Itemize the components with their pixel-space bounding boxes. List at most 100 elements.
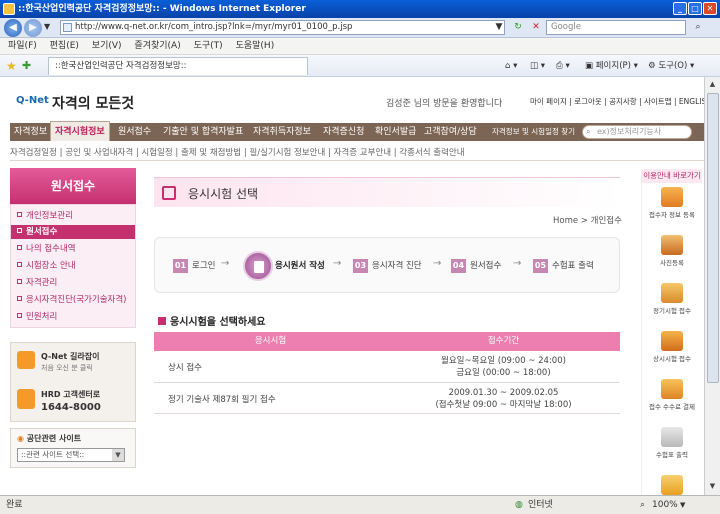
search-input[interactable]: Google xyxy=(546,20,686,35)
bullet-icon xyxy=(17,313,22,318)
util-logout[interactable]: 로그아웃 xyxy=(574,97,602,106)
left-item-my-history[interactable]: 나의 접수내역 xyxy=(17,242,76,256)
left-item-label: 민원처리 xyxy=(26,312,58,322)
guide-label: 수험표 출력 xyxy=(656,451,688,459)
menu-edit[interactable]: 편집(E) xyxy=(50,41,79,51)
nav-search-icon: ⌕ xyxy=(586,127,591,136)
favorites-star-icon[interactable]: ★ xyxy=(6,59,17,73)
feeds-icon[interactable]: ◫ ▾ xyxy=(530,59,545,73)
forward-icon[interactable]: ▶ xyxy=(24,19,42,37)
left-item-qualification-mgmt[interactable]: 자격관리 xyxy=(17,276,57,290)
table-row[interactable]: 정기 기술사 제87회 필기 접수 2009.01.30 ~ 2009.02.0… xyxy=(154,384,620,414)
back-icon[interactable]: ◀ xyxy=(4,19,22,37)
menu-favorites[interactable]: 즐겨찾기(A) xyxy=(134,41,180,51)
pencil-icon xyxy=(661,475,683,495)
util-english[interactable]: ENGLISH xyxy=(679,97,704,106)
related-sites-select[interactable]: ::관련 사이트 선택:: ▼ xyxy=(17,448,125,462)
page-menu-label: 페이지(P) xyxy=(595,61,631,71)
ie-app-icon xyxy=(3,3,15,15)
menu-tools[interactable]: 도구(T) xyxy=(194,41,223,51)
guide-print-ticket[interactable]: 수험표 출력 xyxy=(642,427,702,459)
menu-view[interactable]: 보기(V) xyxy=(92,41,122,51)
guide-label: 상시시험 접수 xyxy=(653,355,691,363)
page-menu[interactable]: ▣ 페이지(P) ▾ xyxy=(585,59,638,73)
guide-regular-exam[interactable]: 정기시험 접수 xyxy=(642,283,702,315)
col-period: 접수기간 xyxy=(487,336,520,346)
bullet-icon xyxy=(17,245,22,250)
address-input[interactable]: http://www.q-net.or.kr/com_intro.jsp?lnk… xyxy=(60,20,505,35)
arrow-right-icon: → xyxy=(333,258,342,269)
favorites-bar: ★ ✚ ::한국산업인력공단 자격검정정보망:: ⌂ ▾ ◫ ▾ ⎙ ▾ ▣ 페… xyxy=(0,55,720,77)
zoom-dropdown-icon[interactable]: ▼ xyxy=(680,496,685,514)
nav-application[interactable]: 원서접수 xyxy=(118,123,151,141)
browser-tab[interactable]: ::한국산업인력공단 자격검정정보망:: xyxy=(48,57,308,75)
left-item-label: 나의 접수내역 xyxy=(26,244,76,254)
related-sites-title: ◉ 공단관련 사이트 xyxy=(17,433,81,444)
quick-guide-title: 이용안내 바로가기 xyxy=(642,169,702,183)
home-icon[interactable]: ⌂ ▾ xyxy=(505,59,517,73)
nav-certificate[interactable]: 자격증신청 xyxy=(323,123,364,141)
address-url: http://www.q-net.or.kr/com_intro.jsp?lnk… xyxy=(75,22,353,32)
step-eligibility: 03 응시자격 진단 xyxy=(353,259,422,273)
nav-holder-info[interactable]: 자격취득자정보 xyxy=(253,123,311,141)
nav-qualification-info[interactable]: 자격정보 xyxy=(14,123,47,141)
left-item-label: 응시자격진단(국가기술자격) xyxy=(26,295,127,305)
page-viewport: Q-Net 자격의 모든것 김성준 님의 방문을 환영합니다 마이 페이지 | … xyxy=(0,77,704,495)
guide-photo[interactable]: 사진등록 xyxy=(642,235,702,267)
nav-past-exams[interactable]: 기출안 및 합격자발표 xyxy=(163,123,243,141)
scroll-up-icon[interactable]: ▲ xyxy=(706,77,719,91)
qnet-logo[interactable]: Q-Net xyxy=(16,95,49,106)
bullet-icon xyxy=(17,228,22,233)
menu-help[interactable]: 도움말(H) xyxy=(236,41,275,51)
zoom-level[interactable]: 100% xyxy=(652,496,678,514)
status-text: 완료 xyxy=(6,500,23,510)
minimize-button[interactable]: _ xyxy=(673,2,687,15)
maximize-button[interactable]: □ xyxy=(688,2,702,15)
main-nav: 자격정보 자격시험정보 원서접수 기출안 및 합격자발표 자격취득자정보 자격증… xyxy=(10,121,704,141)
nav-search-input[interactable]: ⌕ ex)정보처리기능사 xyxy=(582,125,692,139)
vertical-scrollbar[interactable]: ▲ ▼ xyxy=(704,77,720,495)
left-item-civil[interactable]: 민원처리 xyxy=(17,310,57,324)
stop-icon[interactable]: ✕ xyxy=(528,20,544,35)
scroll-thumb[interactable] xyxy=(707,93,719,383)
table-row[interactable]: 상시 접수 월요일~목요일 (09:00 ~ 24:00) 금요일 (00:00… xyxy=(154,352,620,383)
guide-payment[interactable]: 접수 수수료 결제 xyxy=(642,379,702,411)
guide-register-info[interactable]: 접수자 정보 등록 xyxy=(642,187,702,219)
exam-name[interactable]: 상시 접수 xyxy=(168,361,202,373)
guide-more[interactable] xyxy=(642,475,702,495)
search-icon[interactable]: ⌕ xyxy=(690,20,706,35)
arrow-right-icon: → xyxy=(221,258,230,269)
qnet-guide-banner[interactable]: Q-Net 길라잡이 처음 오신 분 클릭 xyxy=(17,349,131,379)
exam-name[interactable]: 정기 기술사 제87회 필기 접수 xyxy=(168,393,276,405)
tools-menu[interactable]: ⚙ 도구(O) ▾ xyxy=(648,59,694,73)
menu-file[interactable]: 파일(F) xyxy=(8,41,37,51)
left-item-label: 개인정보관리 xyxy=(26,211,73,221)
left-item-eligibility[interactable]: 응시자격진단(국가기술자격) xyxy=(17,293,126,307)
nav-exam-info[interactable]: 자격시험정보 xyxy=(50,121,110,141)
bullet-icon xyxy=(17,296,22,301)
sub-nav[interactable]: 자격검정일정 | 공인 및 사업내자격 | 시험일정 | 출제 및 채점방법 |… xyxy=(10,145,704,161)
zoom-icon: ⌕ xyxy=(640,500,646,510)
page-title: 응시시험 선택 xyxy=(188,187,259,201)
guide-permanent-exam[interactable]: 상시시험 접수 xyxy=(642,331,702,363)
nav-customer[interactable]: 고객참여/상담 xyxy=(424,123,477,141)
util-sitemap[interactable]: 사이트맵 xyxy=(644,97,672,106)
step-label: 로그인 xyxy=(192,261,216,271)
address-toolbar: ◀ ▶ ▼ http://www.q-net.or.kr/com_intro.j… xyxy=(0,18,720,38)
scroll-down-icon[interactable]: ▼ xyxy=(706,479,719,493)
refresh-icon[interactable]: ↻ xyxy=(510,20,526,35)
left-item-personal-info[interactable]: 개인정보관리 xyxy=(17,209,73,223)
add-favorites-icon[interactable]: ✚ xyxy=(22,59,31,72)
address-dropdown-icon[interactable]: ▼ xyxy=(491,20,507,35)
recent-pages-dropdown-icon[interactable]: ▼ xyxy=(44,22,50,31)
nav-confirmation[interactable]: 확인서발급 xyxy=(375,123,416,141)
close-button[interactable]: ✕ xyxy=(703,2,717,15)
left-item-application[interactable]: 원서접수 xyxy=(11,225,135,239)
print-icon[interactable]: ⎙ ▾ xyxy=(556,59,570,73)
util-notice[interactable]: 공지사항 xyxy=(609,97,637,106)
hrd-center-banner[interactable]: HRD 고객센터로 1644-8000 xyxy=(17,387,131,417)
util-mypage[interactable]: 마이 페이지 xyxy=(530,97,567,106)
guide-label: 접수 수수료 결제 xyxy=(649,403,695,411)
left-item-exam-location[interactable]: 시험장소 안내 xyxy=(17,259,76,273)
tools-menu-label: 도구(O) xyxy=(658,61,688,71)
